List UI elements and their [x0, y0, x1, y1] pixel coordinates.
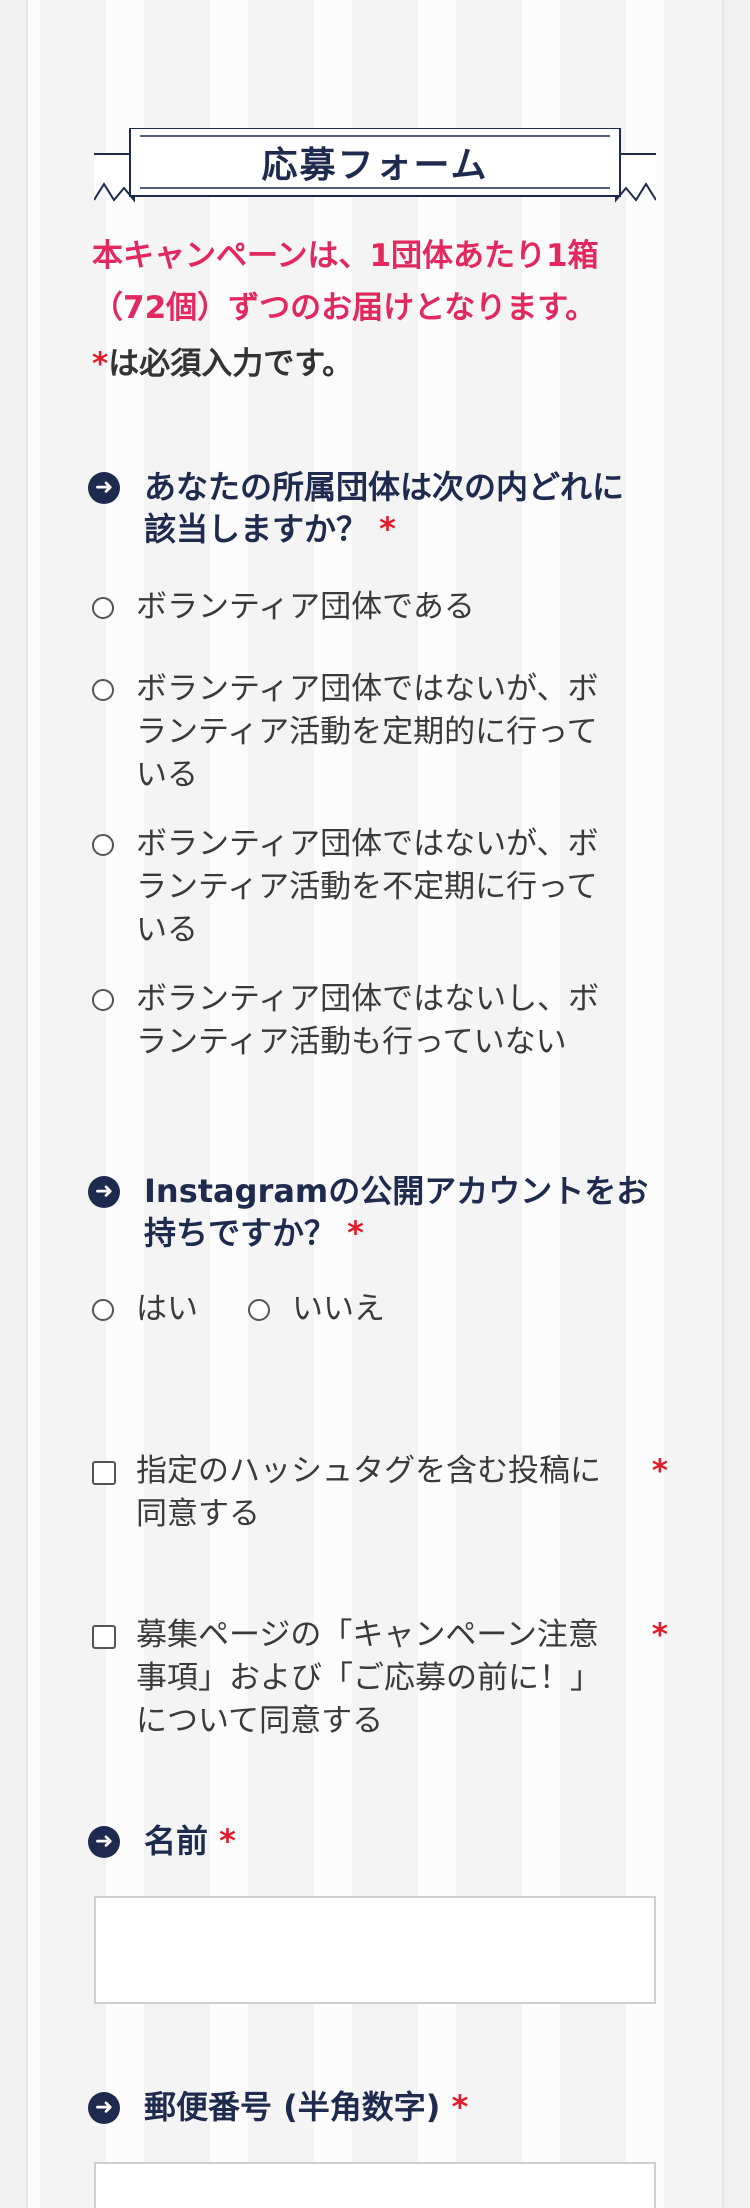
- field-postal-heading: ➜ 郵便番号 (半角数字) *: [88, 2086, 668, 2128]
- checkbox-agree-hashtag[interactable]: 指定のハッシュタグを含む投稿に 同意する *: [92, 1450, 668, 1536]
- radio-option-label-line-1: ボランティア団体ではないが、ボ: [136, 826, 599, 862]
- question-instagram-line-2: 持ちですか？: [144, 1214, 337, 1252]
- radio-button[interactable]: [92, 834, 114, 856]
- form-title-banner: 応募フォーム: [94, 128, 656, 206]
- radio-option-volunteer-group[interactable]: ボランティア団体である: [92, 586, 672, 629]
- radio-option-label-line-1: ボランティア団体ではないが、ボ: [136, 671, 599, 707]
- checkbox-label-line-3: について同意する: [136, 1703, 384, 1739]
- checkbox-label-line-1: 募集ページの「キャンペーン注意: [136, 1617, 599, 1653]
- radio-button[interactable]: [92, 597, 114, 619]
- question-instagram-line-1: Instagramの公開アカウントをお: [144, 1172, 649, 1210]
- checkbox[interactable]: [92, 1461, 116, 1485]
- question-organization-heading: ➜ あなたの所属団体は次の内どれに 該当しますか？ *: [88, 466, 668, 550]
- question-organization-line-1: あなたの所属団体は次の内どれに: [144, 468, 625, 506]
- radio-option-label: ボランティア団体である: [136, 589, 475, 625]
- radio-option-no[interactable]: いいえ: [248, 1288, 385, 1331]
- question-instagram-heading: ➜ Instagramの公開アカウントをお 持ちですか？ *: [88, 1170, 668, 1254]
- radio-option-label: ボランティア団体ではないし、ボ ランティア活動も行っていない: [136, 978, 672, 1064]
- radio-option-irregular-activity[interactable]: ボランティア団体ではないが、ボ ランティア活動を不定期に行って いる: [92, 823, 672, 952]
- radio-option-yes[interactable]: はい: [92, 1288, 198, 1331]
- postal-code-input[interactable]: [94, 2162, 656, 2208]
- radio-option-label-line-2: ランティア活動も行っていない: [136, 1024, 567, 1060]
- radio-option-label-line-3: いる: [136, 757, 198, 793]
- arrow-right-circle-icon: ➜: [88, 472, 120, 504]
- radio-option-label: いいえ: [292, 1291, 385, 1327]
- radio-option-label-line-3: いる: [136, 912, 198, 948]
- checkbox-label-line-1: 指定のハッシュタグを含む投稿に: [136, 1453, 601, 1489]
- question-instagram-text: Instagramの公開アカウントをお 持ちですか？ *: [144, 1170, 668, 1254]
- required-mark: *: [379, 510, 396, 548]
- radio-button[interactable]: [92, 679, 114, 701]
- question-organization-line-2: 該当しますか？: [144, 510, 369, 548]
- required-mark: *: [651, 1453, 668, 1489]
- page: 応募フォーム 本キャンペーンは、1団体あたり1箱 （72個）ずつのお届けとなりま…: [0, 0, 750, 2208]
- arrow-right-circle-icon: ➜: [88, 1176, 120, 1208]
- campaign-notice-line-1: 本キャンペーンは、1団体あたり1箱: [92, 238, 599, 274]
- checkbox[interactable]: [92, 1625, 116, 1649]
- field-name-heading: ➜ 名前 *: [88, 1820, 668, 1862]
- required-mark: *: [92, 346, 109, 382]
- radio-option-label-line-1: ボランティア団体ではないし、ボ: [136, 981, 600, 1017]
- checkbox-agree-terms[interactable]: 募集ページの「キャンペーン注意 事項」および「ご応募の前に！」 について同意する…: [92, 1614, 668, 1743]
- radio-button[interactable]: [248, 1299, 270, 1321]
- radio-option-no-activity[interactable]: ボランティア団体ではないし、ボ ランティア活動も行っていない: [92, 978, 672, 1064]
- radio-option-label: ボランティア団体ではないが、ボ ランティア活動を定期的に行って いる: [136, 668, 672, 797]
- checkbox-label: 指定のハッシュタグを含む投稿に 同意する: [136, 1450, 642, 1536]
- field-postal-label: 郵便番号 (半角数字): [144, 2088, 441, 2126]
- radio-button[interactable]: [92, 989, 114, 1011]
- required-mark: *: [651, 1617, 668, 1653]
- radio-option-label-line-2: ランティア活動を定期的に行って: [136, 714, 598, 750]
- checkbox-label: 募集ページの「キャンペーン注意 事項」および「ご応募の前に！」 について同意する: [136, 1614, 642, 1743]
- background-edge-left: [0, 0, 28, 2208]
- background-edge-right: [722, 0, 750, 2208]
- radio-option-regular-activity[interactable]: ボランティア団体ではないが、ボ ランティア活動を定期的に行って いる: [92, 668, 672, 797]
- required-mark: *: [219, 1822, 236, 1860]
- arrow-right-circle-icon: ➜: [88, 2092, 120, 2124]
- required-note: *は必須入力です。: [92, 338, 353, 383]
- radio-option-label: ボランティア団体ではないが、ボ ランティア活動を不定期に行って いる: [136, 823, 672, 952]
- required-mark: *: [451, 2088, 469, 2126]
- field-name-label-wrap: 名前 *: [144, 1820, 668, 1862]
- field-postal-label-wrap: 郵便番号 (半角数字) *: [144, 2086, 668, 2128]
- required-note-text: は必須入力です。: [108, 346, 354, 382]
- radio-button[interactable]: [92, 1299, 114, 1321]
- field-name-label: 名前: [144, 1822, 209, 1860]
- checkbox-label-line-2: 事項」および「ご応募の前に！」: [136, 1660, 601, 1696]
- form-title: 応募フォーム: [261, 145, 489, 186]
- question-organization-text: あなたの所属団体は次の内どれに 該当しますか？ *: [144, 466, 668, 550]
- radio-option-label: はい: [136, 1291, 198, 1327]
- radio-option-label-line-2: ランティア活動を不定期に行って: [136, 869, 598, 905]
- name-input[interactable]: [94, 1896, 656, 2004]
- campaign-notice-line-2: （72個）ずつのお届けとなります。: [92, 290, 597, 326]
- arrow-right-circle-icon: ➜: [88, 1826, 120, 1858]
- required-mark: *: [347, 1214, 364, 1252]
- checkbox-label-line-2: 同意する: [136, 1496, 260, 1532]
